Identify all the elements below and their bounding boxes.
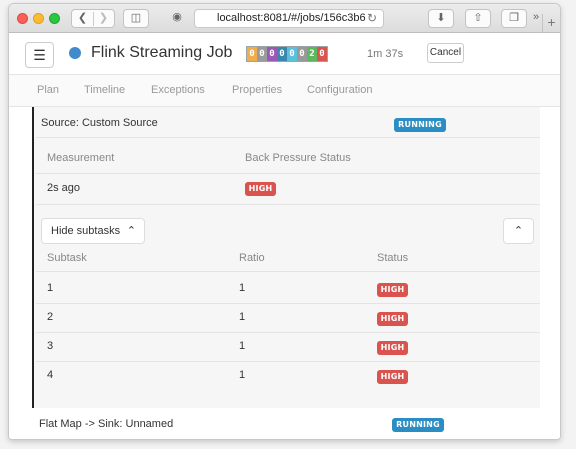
header-bp-status: Back Pressure Status — [245, 152, 351, 164]
subtask-ratio: 1 — [239, 369, 246, 381]
subtask-status-badge: HIGH — [377, 341, 408, 355]
tab-timeline[interactable]: Timeline — [84, 84, 125, 96]
header-ratio: Ratio — [239, 252, 265, 264]
hide-subtasks-label: Hide subtasks — [51, 225, 121, 237]
url-bar[interactable]: localhost:8081/#/jobs/156c3b6 ↻ — [194, 9, 384, 28]
new-tab-icon[interactable]: + — [542, 14, 560, 33]
task-counter: 0 — [297, 47, 307, 61]
header-subtask: Subtask — [47, 252, 87, 264]
subtask-id: 2 — [47, 311, 54, 323]
chevron-up-icon: ⌃ — [513, 225, 524, 237]
job-title: Flink Streaming Job — [91, 44, 233, 61]
subtask-status-badge: HIGH — [377, 312, 408, 326]
menu-icon[interactable]: ☰ — [25, 42, 54, 68]
tab-exceptions[interactable]: Exceptions — [151, 84, 205, 96]
cancel-button[interactable]: Cancel — [427, 43, 464, 63]
subtask-status-badge: HIGH — [377, 370, 408, 384]
task-counter: 0 — [287, 47, 297, 61]
next-vertex-status-badge: RUNNING — [392, 418, 444, 432]
subtask-ratio: 1 — [239, 282, 246, 294]
bp-measurement-value: 2s ago — [47, 182, 81, 194]
task-counter: 2 — [307, 47, 317, 61]
vertex-name: Source: Custom Source — [41, 117, 158, 129]
navigation-buttons: ❮ ❯ — [71, 9, 115, 28]
sidebar-icon[interactable]: ◫ — [123, 9, 149, 28]
maximize-window-icon[interactable] — [49, 13, 60, 24]
browser-window: ❮ ❯ ◫ ◉ localhost:8081/#/jobs/156c3b6 ↻ ⬇… — [8, 3, 561, 440]
browser-toolbar: ❮ ❯ ◫ ◉ localhost:8081/#/jobs/156c3b6 ↻ ⬇… — [9, 4, 560, 33]
tab-configuration[interactable]: Configuration — [307, 84, 372, 96]
hide-subtasks-button[interactable]: Hide subtasks ⌃ — [41, 218, 145, 244]
minimize-window-icon[interactable] — [33, 13, 44, 24]
close-window-icon[interactable] — [17, 13, 28, 24]
next-vertex-name: Flat Map -> Sink: Unnamed — [39, 418, 174, 430]
main-content: Source: Custom Source RUNNING Measuremen… — [9, 107, 560, 439]
task-counter: 0 — [267, 47, 277, 61]
download-icon[interactable]: ⬇ — [428, 9, 454, 28]
subtask-id: 1 — [47, 282, 54, 294]
tab-properties[interactable]: Properties — [232, 84, 282, 96]
tab-plan[interactable]: Plan — [37, 84, 59, 96]
vertex-panel: Source: Custom Source RUNNING Measuremen… — [32, 107, 540, 408]
subtask-id: 4 — [47, 369, 54, 381]
app-header: ☰ Flink Streaming Job 00000020 1m 37s Ca… — [9, 33, 560, 75]
subtask-ratio: 1 — [239, 311, 246, 323]
subtask-ratio: 1 — [239, 340, 246, 352]
job-tabs: Plan Timeline Exceptions Properties Conf… — [9, 75, 560, 107]
chevron-up-icon: ⌃ — [126, 225, 136, 237]
task-counter: 0 — [277, 47, 287, 61]
share-icon[interactable]: ⇧ — [465, 9, 491, 28]
subtask-status-badge: HIGH — [377, 283, 408, 297]
bp-status-badge: HIGH — [245, 182, 276, 196]
task-counter: 0 — [317, 47, 327, 61]
reload-icon[interactable]: ↻ — [367, 10, 377, 27]
url-text: localhost:8081/#/jobs/156c3b6 — [217, 12, 366, 24]
vertex-status-badge: RUNNING — [394, 118, 446, 132]
subtask-id: 3 — [47, 340, 54, 352]
job-status-dot — [69, 47, 81, 59]
tabs-icon[interactable]: ❐ — [501, 9, 527, 28]
job-duration: 1m 37s — [367, 48, 404, 60]
more-icon[interactable]: » — [529, 9, 543, 28]
header-status: Status — [377, 252, 409, 264]
task-counter: 0 — [257, 47, 267, 61]
next-vertex-row[interactable]: Flat Map -> Sink: Unnamed RUNNING — [32, 408, 540, 439]
back-icon[interactable]: ❮ — [72, 10, 93, 27]
collapse-button[interactable]: ⌃ — [503, 218, 534, 244]
task-counter: 0 — [247, 47, 257, 61]
task-counters: 00000020 — [246, 46, 328, 62]
forward-icon[interactable]: ❯ — [93, 10, 114, 27]
privacy-icon[interactable]: ◉ — [167, 9, 187, 28]
header-measurement: Measurement — [47, 152, 115, 164]
